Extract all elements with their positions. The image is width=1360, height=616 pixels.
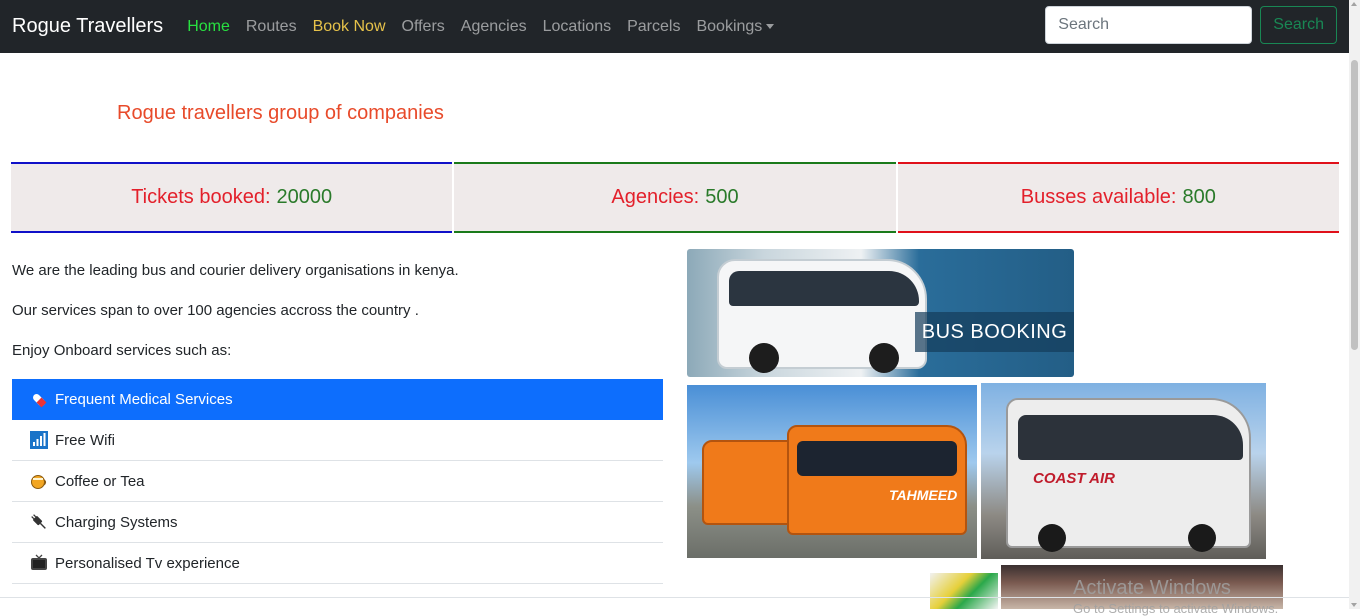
scroll-up-icon[interactable] [1351,2,1357,6]
cup-icon [30,472,48,490]
nav-bookings-dropdown[interactable]: Bookings [688,18,782,36]
service-label: Coffee or Tea [55,472,145,490]
activate-windows-title: Activate Windows [1073,577,1231,599]
about-section: We are the leading bus and courier deliv… [12,262,663,382]
top-navbar: Rogue Travellers Home Routes Book Now Of… [0,0,1349,53]
pill-icon [30,391,48,409]
chevron-down-icon [766,23,775,29]
nav-bookings-label: Bookings [696,17,763,35]
coast-air-bus-image: COAST AIR [981,383,1266,559]
list-item-tv[interactable]: Personalised Tv experience [12,543,663,584]
stat-tickets: Tickets booked: 20000 [11,162,453,233]
company-tagline: Rogue travellers group of companies [117,102,444,124]
about-paragraph-3: Enjoy Onboard services such as: [12,342,232,359]
coast-air-text: COAST AIR [1033,470,1115,487]
orange-bus-text: TAHMEED [889,487,958,503]
service-label: Personalised Tv experience [55,554,240,572]
search-form: Search [1045,6,1337,44]
about-paragraph-2: Our services span to over 100 agencies a… [12,302,419,319]
brand-logo[interactable]: Rogue Travellers [12,15,163,38]
nav-parcels[interactable]: Parcels [619,18,688,36]
nav-book-now[interactable]: Book Now [305,18,394,36]
nav-agencies[interactable]: Agencies [453,18,535,36]
plug-icon [30,513,48,531]
about-paragraph-1: We are the leading bus and courier deliv… [12,262,459,279]
nav-home[interactable]: Home [179,18,238,36]
list-item-charging[interactable]: Charging Systems [12,502,663,543]
scroll-down-icon[interactable] [1351,603,1357,607]
services-list: Frequent Medical Services Free Wifi Coff… [12,379,663,584]
bus-illustration [717,259,927,373]
stat-agencies-label: Agencies: [611,186,700,208]
nav-routes[interactable]: Routes [238,18,305,36]
nav-links: Home Routes Book Now Offers Agencies Loc… [179,18,782,36]
list-item-medical[interactable]: Frequent Medical Services [12,379,663,420]
list-item-wifi[interactable]: Free Wifi [12,420,663,461]
bus-booking-banner: BUS BOOKING [915,312,1074,352]
stat-agencies: Agencies: 500 [454,162,896,233]
search-input[interactable] [1045,6,1253,44]
service-label: Charging Systems [55,513,178,531]
stat-busses-value: 800 [1182,186,1216,208]
stats-bar: Tickets booked: 20000 Agencies: 500 Buss… [11,162,1339,233]
service-label: Frequent Medical Services [55,391,233,408]
tv-icon [30,554,48,572]
page-scrollbar[interactable] [1349,0,1360,609]
service-label: Free Wifi [55,431,115,449]
nav-locations[interactable]: Locations [535,18,620,36]
stat-tickets-value: 20000 [276,186,333,208]
stat-busses: Busses available: 800 [897,162,1339,233]
gallery-image-partial [930,573,998,609]
list-item-coffee[interactable]: Coffee or Tea [12,461,663,502]
bus-booking-image: BUS BOOKING [687,249,1074,377]
stat-agencies-value: 500 [705,186,739,208]
search-button[interactable]: Search [1260,6,1337,44]
signal-icon [30,431,48,449]
scrollbar-thumb[interactable] [1351,60,1358,350]
orange-bus-image: TAHMEED [687,385,977,558]
nav-offers[interactable]: Offers [394,18,453,36]
stat-tickets-label: Tickets booked: [131,186,271,208]
stat-busses-label: Busses available: [1020,186,1177,208]
